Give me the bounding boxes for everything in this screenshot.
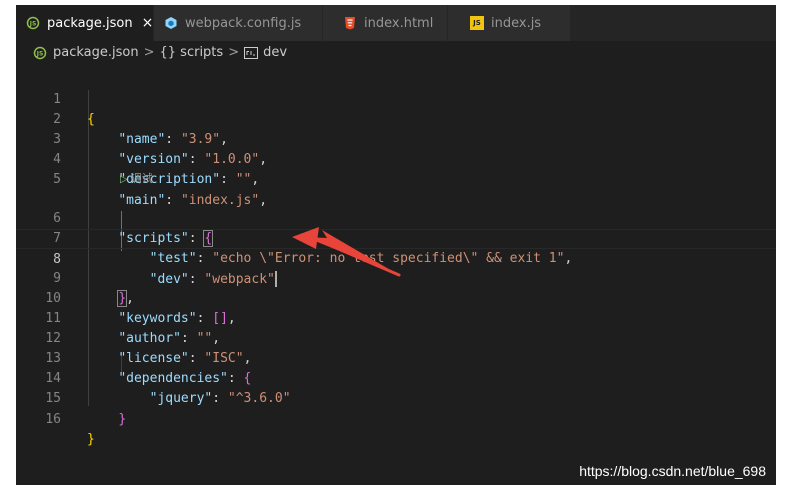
red-arrow-annotation <box>292 227 401 277</box>
code-editor: JS package.json × webpack.config.js inde… <box>16 5 776 485</box>
watermark: https://blog.csdn.net/blue_698 <box>579 463 766 479</box>
